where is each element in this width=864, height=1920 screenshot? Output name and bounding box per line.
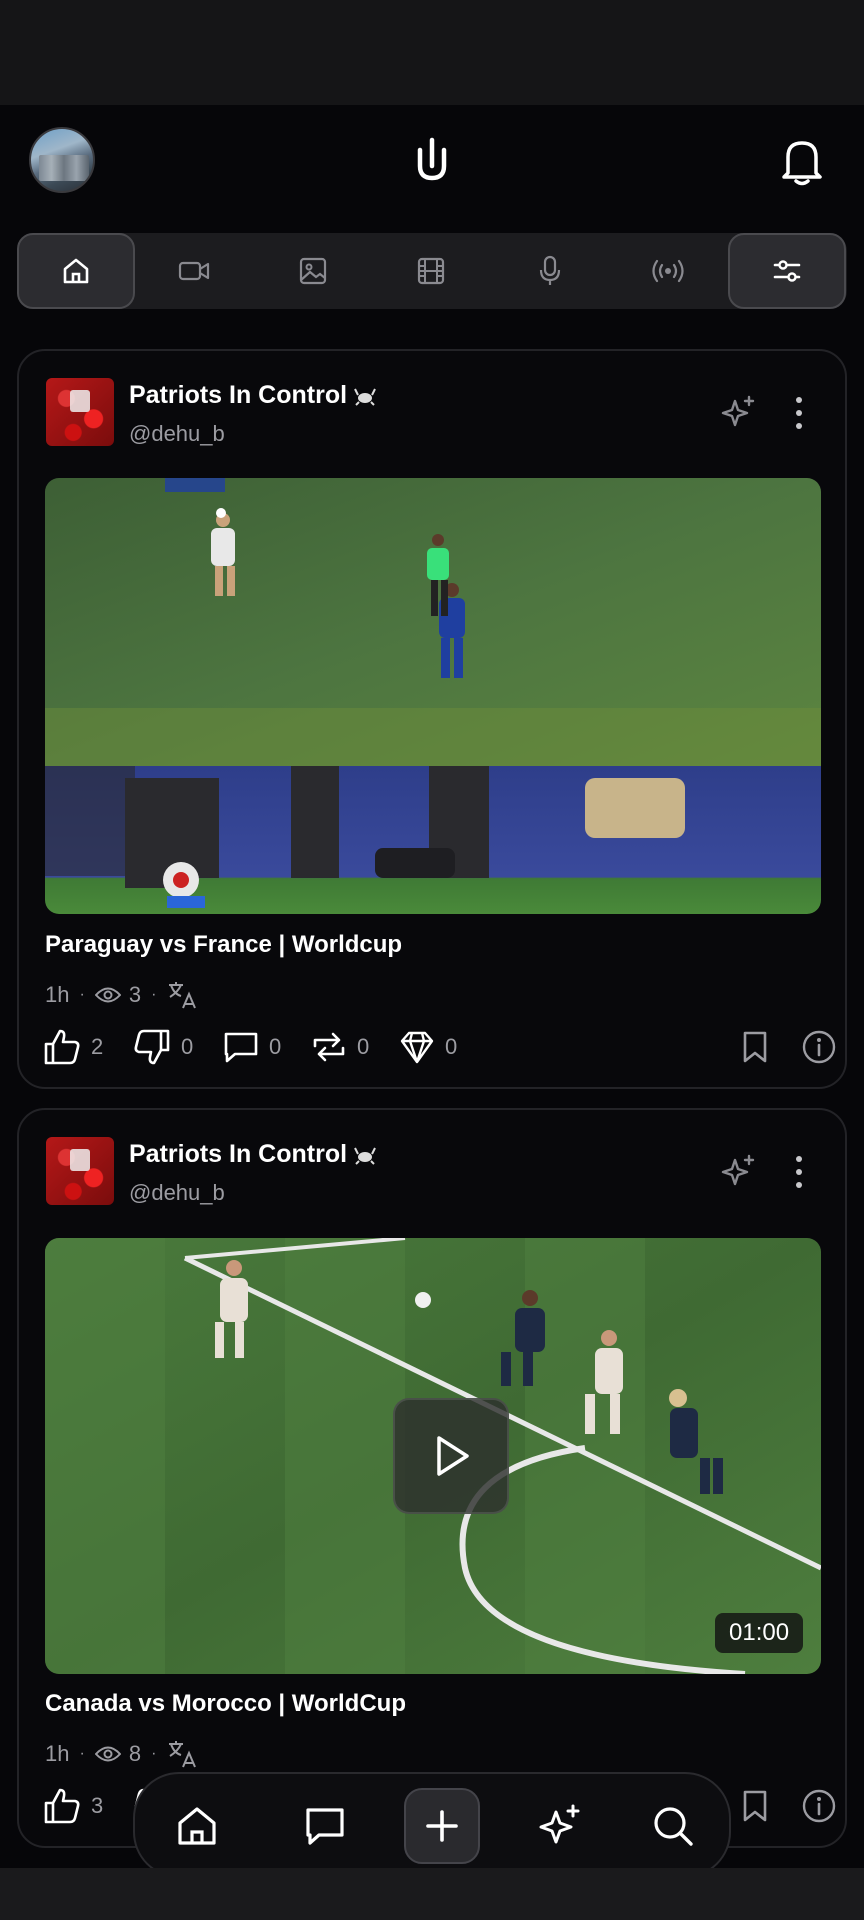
image-icon bbox=[299, 257, 327, 285]
filter-film-button[interactable] bbox=[372, 233, 490, 309]
filter-image-button[interactable] bbox=[254, 233, 372, 309]
bookmark-button[interactable] bbox=[741, 1784, 769, 1828]
crab-emoji-icon bbox=[354, 388, 376, 406]
post-author-handle[interactable]: @dehu_b bbox=[129, 1180, 225, 1206]
filter-sliders-icon bbox=[773, 260, 801, 282]
plus-icon bbox=[426, 1810, 458, 1842]
repost-button[interactable]: 0 bbox=[311, 1025, 369, 1069]
ai-sparkle-icon[interactable] bbox=[719, 1152, 759, 1192]
bookmark-button[interactable] bbox=[741, 1025, 769, 1069]
post-author-avatar[interactable] bbox=[46, 1137, 114, 1205]
post-title[interactable]: Canada vs Morocco | WorldCup bbox=[45, 1690, 406, 1718]
gem-button[interactable]: 0 bbox=[399, 1025, 457, 1069]
diamond-icon bbox=[400, 1031, 434, 1064]
nav-create-button[interactable] bbox=[404, 1788, 480, 1864]
translate-icon[interactable] bbox=[166, 980, 200, 1010]
dislike-button[interactable]: 0 bbox=[133, 1025, 193, 1069]
like-button[interactable]: 2 bbox=[43, 1025, 103, 1069]
app-logo-icon[interactable] bbox=[412, 136, 452, 184]
repost-count: 0 bbox=[357, 1034, 370, 1059]
gem-count: 0 bbox=[445, 1034, 458, 1059]
translate-icon[interactable] bbox=[166, 1739, 200, 1769]
thumbs-down-icon bbox=[134, 1029, 170, 1065]
comment-button[interactable]: 0 bbox=[223, 1025, 281, 1069]
filter-settings-button[interactable] bbox=[728, 233, 846, 309]
bottom-navigation bbox=[133, 1772, 731, 1878]
nav-messages-button[interactable] bbox=[287, 1788, 363, 1864]
views-eye-icon bbox=[94, 1746, 121, 1762]
top-header bbox=[0, 105, 864, 220]
info-icon bbox=[802, 1030, 836, 1064]
content-type-filter-bar bbox=[17, 233, 847, 309]
microphone-icon bbox=[539, 255, 561, 285]
post-actions: 2 0 0 0 0 bbox=[43, 1025, 836, 1069]
more-options-icon[interactable] bbox=[787, 1152, 811, 1192]
post-author-avatar[interactable] bbox=[46, 378, 114, 446]
post-time: 1h bbox=[45, 982, 70, 1007]
ai-sparkle-icon[interactable] bbox=[719, 393, 759, 433]
comment-count: 0 bbox=[269, 1034, 282, 1059]
video-duration: 01:00 bbox=[715, 1613, 804, 1653]
post-title[interactable]: Paraguay vs France | Worldcup bbox=[45, 931, 402, 959]
filter-live-button[interactable] bbox=[609, 233, 727, 309]
views-eye-icon bbox=[94, 987, 121, 1003]
post-time: 1h bbox=[45, 1741, 70, 1766]
info-button[interactable] bbox=[801, 1025, 837, 1069]
like-count: 3 bbox=[91, 1793, 104, 1818]
info-button[interactable] bbox=[801, 1784, 837, 1828]
nav-home-button[interactable] bbox=[159, 1788, 235, 1864]
post-card[interactable]: Patriots In Control @dehu_b bbox=[17, 349, 847, 1089]
status-bar bbox=[0, 0, 864, 105]
chat-icon bbox=[306, 1808, 344, 1845]
video-camera-icon bbox=[178, 261, 210, 281]
post-view-count: 8 bbox=[128, 1741, 142, 1766]
post-view-count: 3 bbox=[128, 982, 142, 1007]
nav-search-button[interactable] bbox=[635, 1788, 711, 1864]
soccer-photo bbox=[45, 478, 821, 914]
like-count: 2 bbox=[91, 1034, 104, 1059]
post-author-name[interactable]: Patriots In Control bbox=[129, 381, 347, 410]
play-button[interactable] bbox=[393, 1398, 509, 1514]
play-icon bbox=[437, 1436, 469, 1476]
like-button[interactable]: 3 bbox=[43, 1784, 103, 1828]
post-author-name[interactable]: Patriots In Control bbox=[129, 1140, 347, 1169]
post-meta: 1h · 3 · bbox=[45, 977, 200, 1013]
nav-ai-button[interactable] bbox=[523, 1788, 599, 1864]
thumbs-up-icon bbox=[44, 1029, 80, 1065]
comment-icon bbox=[224, 1032, 258, 1063]
user-avatar[interactable] bbox=[29, 127, 95, 193]
filter-video-button[interactable] bbox=[135, 233, 253, 309]
post-card[interactable]: Patriots In Control @dehu_b bbox=[17, 1108, 847, 1848]
home-icon bbox=[178, 1807, 216, 1845]
dislike-count: 0 bbox=[181, 1034, 194, 1059]
system-navigation-bar bbox=[0, 1868, 864, 1920]
search-icon bbox=[654, 1807, 693, 1846]
filter-home-button[interactable] bbox=[17, 233, 135, 309]
thumbs-up-icon bbox=[44, 1788, 80, 1824]
post-image[interactable] bbox=[45, 478, 821, 914]
bookmark-icon bbox=[743, 1790, 767, 1822]
film-icon bbox=[417, 257, 445, 285]
post-meta: 1h · 8 · bbox=[45, 1736, 200, 1772]
post-author-handle[interactable]: @dehu_b bbox=[129, 421, 225, 447]
home-icon bbox=[63, 258, 89, 284]
info-icon bbox=[802, 1789, 836, 1823]
post-video[interactable]: 01:00 bbox=[45, 1238, 821, 1674]
filter-audio-button[interactable] bbox=[491, 233, 609, 309]
notifications-bell-icon[interactable] bbox=[778, 135, 826, 187]
broadcast-icon bbox=[652, 259, 684, 283]
crab-emoji-icon bbox=[354, 1147, 376, 1165]
bookmark-icon bbox=[743, 1031, 767, 1063]
repost-icon bbox=[313, 1032, 345, 1062]
sparkle-icon bbox=[539, 1804, 580, 1844]
more-options-icon[interactable] bbox=[787, 393, 811, 433]
